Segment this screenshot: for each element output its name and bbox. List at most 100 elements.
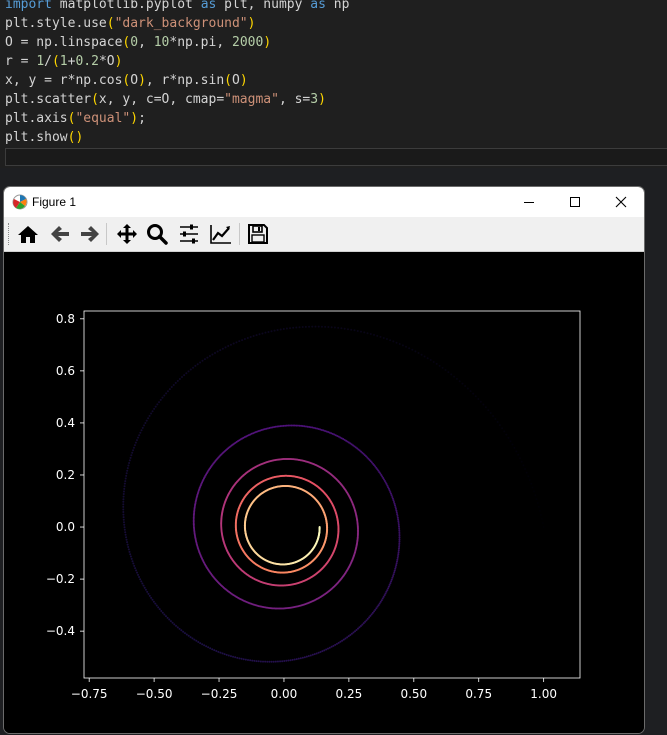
pan-button[interactable] (114, 222, 140, 246)
scatter-point (132, 446, 135, 449)
scatter-point (398, 525, 400, 528)
scatter-point (335, 642, 338, 645)
scatter-point (203, 644, 206, 647)
toolbar-grip[interactable] (8, 223, 11, 245)
code-line[interactable]: import matplotlib.pyplot as plt, numpy a… (5, 0, 349, 14)
scatter-point (383, 594, 386, 597)
zoom-button[interactable] (144, 222, 170, 246)
scatter-point (307, 655, 310, 658)
scatter-point (134, 567, 137, 570)
scatter-point (381, 597, 384, 600)
scatter-point (323, 649, 326, 652)
code-token: matplotlib.pyplot (51, 0, 201, 12)
scatter-point (285, 327, 288, 330)
code-line[interactable]: plt.style.use("dark_background") (5, 14, 255, 33)
scatter-point (426, 357, 429, 360)
scatter-point (127, 548, 130, 551)
scatter-point (393, 571, 396, 574)
y-tick-label: 0.0 (56, 520, 75, 534)
scatter-point (205, 645, 208, 648)
scatter-point (158, 608, 161, 611)
scatter-point (268, 660, 271, 663)
scatter-point (270, 660, 273, 663)
scatter-point (189, 368, 192, 371)
code-token: "equal" (75, 111, 131, 126)
scatter-point (122, 511, 125, 514)
scatter-point (125, 536, 128, 539)
scatter-point (242, 658, 245, 661)
scatter-point (308, 325, 311, 328)
scatter-point (525, 471, 528, 474)
close-button[interactable] (598, 187, 644, 217)
edit-axes-button[interactable] (208, 222, 234, 246)
window-titlebar[interactable]: Figure 1 (4, 187, 644, 217)
scatter-point (197, 640, 200, 643)
scatter-point (183, 632, 186, 635)
maximize-button[interactable] (552, 187, 598, 217)
scatter-point (423, 355, 426, 358)
scatter-point (169, 620, 172, 623)
scatter-point (534, 494, 537, 497)
scatter-point (183, 374, 186, 377)
scatter-point (432, 360, 435, 363)
home-button[interactable] (15, 222, 41, 246)
scatter-point (130, 557, 133, 560)
scatter-point (238, 657, 241, 660)
minimize-button[interactable] (506, 187, 552, 217)
scatter-point (524, 467, 527, 470)
scatter-point (123, 526, 126, 529)
forward-button[interactable] (77, 222, 103, 246)
scatter-point (132, 562, 135, 565)
scatter-point (127, 546, 130, 549)
y-tick-label: −0.2 (46, 572, 75, 586)
scatter-point (134, 441, 137, 444)
save-button[interactable] (245, 222, 271, 246)
scatter-point (192, 366, 195, 369)
code-token: 2000 (232, 35, 264, 50)
scatter-point (261, 332, 264, 335)
scatter-point (397, 555, 400, 558)
scatter-point (376, 334, 379, 337)
scatter-point (394, 567, 397, 570)
scatter-point (129, 555, 132, 558)
subplots-button[interactable] (176, 222, 202, 246)
scatter-point (435, 362, 438, 365)
scatter-point (429, 359, 432, 362)
y-tick-label: 0.4 (56, 416, 75, 430)
scatter-point (340, 327, 343, 330)
code-token: O (130, 73, 139, 88)
scatter-point (540, 517, 543, 520)
scatter-point (279, 328, 282, 331)
code-line[interactable]: plt.axis("equal"); (5, 109, 146, 128)
scatter-point (137, 436, 140, 439)
scatter-point (408, 347, 411, 350)
scatter-point (474, 395, 477, 398)
code-token: ) (138, 73, 146, 88)
code-cell[interactable]: import matplotlib.pyplot as plt, numpy a… (0, 0, 667, 168)
scatter-point (132, 449, 135, 452)
scatter-point (511, 443, 514, 446)
code-line[interactable]: plt.scatter(x, y, c=O, cmap="magma", s=3… (5, 90, 326, 109)
code-line[interactable]: x, y = r*np.cos(O), r*np.sin(O) (5, 71, 248, 90)
scatter-point (496, 421, 499, 424)
scatter-point (299, 657, 302, 660)
scatter-point (128, 550, 131, 553)
scatter-point (527, 475, 530, 478)
code-line[interactable]: r = 1/(1+0.2*O) (5, 52, 122, 71)
scatter-point (501, 427, 504, 430)
back-button[interactable] (47, 222, 73, 246)
code-line[interactable]: O = np.linspace(0, 10*np.pi, 2000) (5, 33, 271, 52)
scatter-point (209, 647, 212, 650)
navigation-toolbar (4, 217, 644, 252)
scatter-point (389, 582, 392, 585)
scatter-point (127, 464, 130, 467)
code-token: as (310, 0, 326, 12)
code-line[interactable]: plt.show() (5, 128, 83, 147)
x-tick-label: 1.00 (530, 687, 557, 701)
scatter-point (330, 645, 333, 648)
scatter-point (138, 434, 141, 437)
scatter-point (123, 482, 126, 485)
plot-canvas[interactable]: −0.75 −0.50 −0.25 0.00 0.25 0.50 0.75 1.00 0.8 0.… (4, 252, 644, 733)
code-token: plt.show (5, 130, 68, 145)
scatter-point (174, 381, 177, 384)
